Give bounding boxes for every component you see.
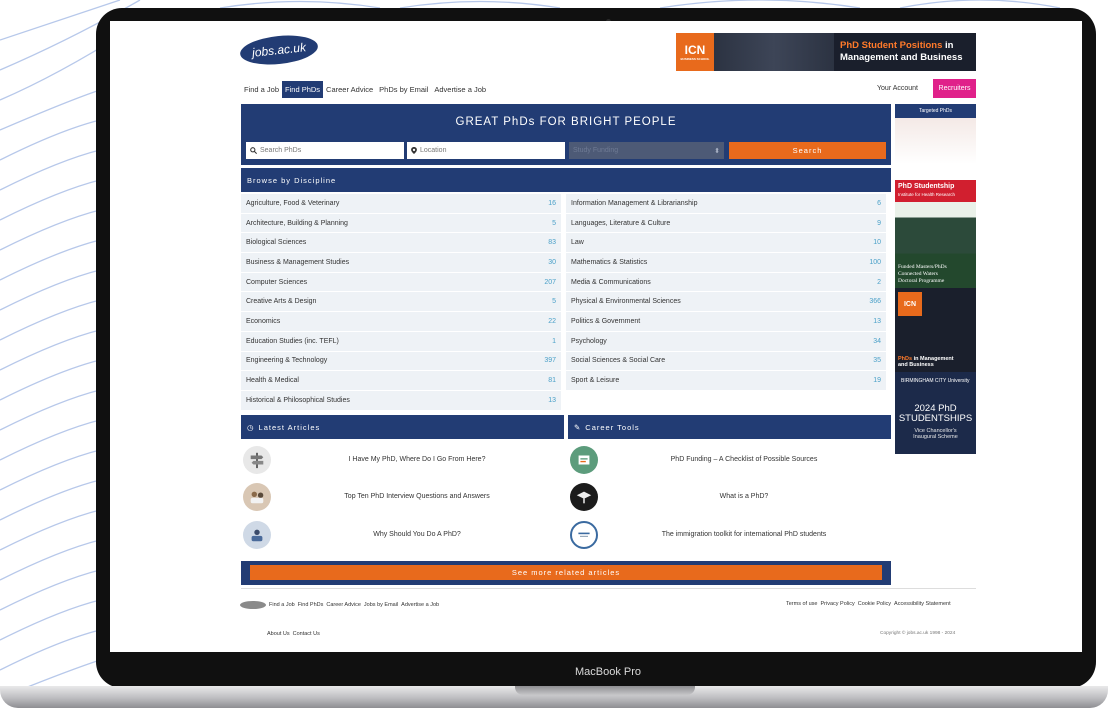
ad4-title: 2024 PhD STUDENTSHIPS <box>898 403 973 424</box>
wrench-icon: ✎ <box>574 422 582 432</box>
career-tool-item[interactable]: What is a PhD? <box>570 480 890 513</box>
location-input[interactable]: Location <box>407 142 565 159</box>
footer-link[interactable]: Jobs by Email <box>364 602 398 608</box>
device-label: MacBook Pro <box>574 666 642 678</box>
discipline-row[interactable]: Education Studies (inc. TEFL) 1 <box>241 331 561 352</box>
nav-advertise-a-job[interactable]: Advertise a Job <box>431 81 489 98</box>
footer-link[interactable]: Cookie Policy <box>858 601 891 607</box>
discipline-row[interactable]: Information Management & Librarianship 6 <box>566 194 886 214</box>
career-tool-item[interactable]: PhD Funding – A Checklist of Possible So… <box>570 443 890 476</box>
laptop-screen: jobs.ac.uk ICN BUSINESS SCHOOL PhD Stude… <box>110 21 1082 652</box>
discipline-row[interactable]: Economics 22 <box>241 312 561 332</box>
discipline-row[interactable]: Historical & Philosophical Studies 13 <box>241 390 561 411</box>
nav-phds-by-email[interactable]: PhDs by Email <box>376 81 431 98</box>
ad2-caption: Funded Masters/PhDs Connected Waters Doc… <box>898 264 947 284</box>
discipline-list-left: Agriculture, Food & Veterinary 16 Archite… <box>241 194 561 411</box>
chevron-down-icon: ⬍ <box>714 147 720 155</box>
sidebar-ad-connected-waters[interactable]: Funded Masters/PhDs Connected Waters Doc… <box>895 202 976 288</box>
sidebar-ad-phd-studentship[interactable]: PhD Studentship Institute for Health Res… <box>895 118 976 202</box>
clock-icon: ◷ <box>247 422 255 432</box>
icn-logo: ICN BUSINESS SCHOOL <box>676 33 714 71</box>
discipline-row[interactable]: Physical & Environmental Sciences 366 <box>566 292 886 313</box>
targeted-phds-sidebar: Targeted PhDs PhD Studentship Institute … <box>895 104 976 454</box>
search-hero: GREAT PhDs FOR BRIGHT PEOPLE Search PhDs… <box>241 104 891 165</box>
footer-link[interactable]: Terms of use <box>786 601 817 607</box>
discipline-row[interactable]: Sport & Leisure 19 <box>566 371 886 391</box>
site-logo[interactable]: jobs.ac.uk <box>238 32 320 68</box>
footer-link[interactable]: Contact Us <box>293 631 320 637</box>
location-pin-icon <box>411 147 417 154</box>
see-more-articles-button[interactable]: See more related articles <box>250 565 882 580</box>
discipline-row[interactable]: Engineering & Technology 397 <box>241 351 561 372</box>
footer-about-links: About Us Contact Us <box>267 631 320 637</box>
footer-link[interactable]: Find PhDs <box>298 602 324 608</box>
recruiters-button[interactable]: Recruiters <box>933 79 976 98</box>
nav-career-advice[interactable]: Career Advice <box>323 81 376 98</box>
your-account-link[interactable]: Your Account <box>877 85 918 92</box>
search-input[interactable]: Search PhDs <box>246 142 404 159</box>
sidebar-ad-bcu[interactable]: BIRMINGHAM CITY University 2024 PhD STUD… <box>895 372 976 454</box>
ad1-caption: PhD Studentship Institute for Health Res… <box>895 180 976 202</box>
footer-link[interactable]: Advertise a Job <box>401 602 439 608</box>
discipline-row[interactable]: Media & Communications 2 <box>566 272 886 293</box>
discipline-list-right: Information Management & Librarianship 6 … <box>566 194 886 391</box>
ad4-subtitle: Vice Chancellor's Inaugural Scheme <box>913 428 958 440</box>
career-tool-item[interactable]: The immigration toolkit for internationa… <box>570 518 890 551</box>
discipline-row[interactable]: Agriculture, Food & Veterinary 16 <box>241 194 561 214</box>
article-item[interactable]: I Have My PhD, Where Do I Go From Here? <box>243 443 563 476</box>
interview-photo-icon <box>243 482 271 511</box>
more-articles-bar: See more related articles <box>241 561 891 585</box>
signpost-icon <box>243 445 271 474</box>
footer-divider <box>241 588 976 589</box>
student-photo-icon <box>243 520 271 549</box>
hero-title: GREAT PhDs FOR BRIGHT PEOPLE <box>455 116 677 128</box>
search-button[interactable]: Search <box>729 142 886 159</box>
bcu-logo: BIRMINGHAM CITY University <box>901 378 970 384</box>
search-icon <box>250 147 257 154</box>
footer-policy-links: Terms of use Privacy Policy Cookie Polic… <box>786 601 951 607</box>
discipline-row[interactable]: Health & Medical 81 <box>241 371 561 391</box>
ad3-caption: PhDs in Management and Business <box>898 356 954 368</box>
discipline-row[interactable]: Psychology 34 <box>566 331 886 352</box>
footer-link[interactable]: Career Advice <box>326 602 361 608</box>
discipline-row[interactable]: Languages, Literature & Culture 9 <box>566 213 886 234</box>
immigration-toolkit-icon <box>570 520 598 549</box>
discipline-row[interactable]: Biological Sciences 83 <box>241 233 561 254</box>
banner-text: PhD Student Positions in Management and … <box>840 40 963 63</box>
nav-find-phds[interactable]: Find PhDs <box>282 81 324 98</box>
copyright-text: Copyright © jobs.ac.uk 1998 - 2024 <box>880 631 956 636</box>
footer-link[interactable]: Find a Job <box>269 602 295 608</box>
discipline-row[interactable]: Politics & Government 13 <box>566 312 886 332</box>
discipline-row[interactable]: Law 10 <box>566 233 886 254</box>
latest-articles-heading: ◷ Latest Articles <box>241 415 564 439</box>
discipline-row[interactable]: Business & Management Studies 30 <box>241 253 561 273</box>
discipline-row[interactable]: Social Sciences & Social Care 35 <box>566 351 886 372</box>
article-item[interactable]: Top Ten PhD Interview Questions and Answ… <box>243 480 563 513</box>
footer-link[interactable]: Privacy Policy <box>820 601 854 607</box>
laptop-notch <box>515 686 695 695</box>
footer-links: Find a Job Find PhDs Career Advice Jobs … <box>240 601 439 609</box>
discipline-row[interactable]: Architecture, Building & Planning 5 <box>241 213 561 234</box>
career-tools-heading: ✎ Career Tools <box>568 415 891 439</box>
discipline-row[interactable]: Mathematics & Statistics 100 <box>566 253 886 273</box>
funding-checklist-icon <box>570 445 598 474</box>
discipline-row[interactable]: Creative Arts & Design 5 <box>241 292 561 313</box>
footer-link[interactable]: About Us <box>267 631 290 637</box>
sidebar-heading: Targeted PhDs <box>895 104 976 118</box>
funding-select[interactable]: Study Funding ⬍ <box>569 142 724 159</box>
footer-logo[interactable] <box>240 601 266 609</box>
banner-photo <box>714 33 834 71</box>
discipline-row[interactable]: Computer Sciences 207 <box>241 272 561 293</box>
main-nav: Find a Job Find PhDs Career Advice PhDs … <box>241 81 489 98</box>
icn-logo: ICN <box>898 292 922 316</box>
graduate-photo-icon <box>570 482 598 511</box>
article-item[interactable]: Why Should You Do A PhD? <box>243 518 563 551</box>
top-banner-ad[interactable]: ICN BUSINESS SCHOOL PhD Student Position… <box>676 33 976 71</box>
nav-find-a-job[interactable]: Find a Job <box>241 81 282 98</box>
sidebar-ad-icn[interactable]: ICN PhDs in Management and Business <box>895 288 976 372</box>
browse-heading: Browse by Discipline <box>241 168 891 192</box>
footer-link[interactable]: Accessibility Statement <box>894 601 951 607</box>
